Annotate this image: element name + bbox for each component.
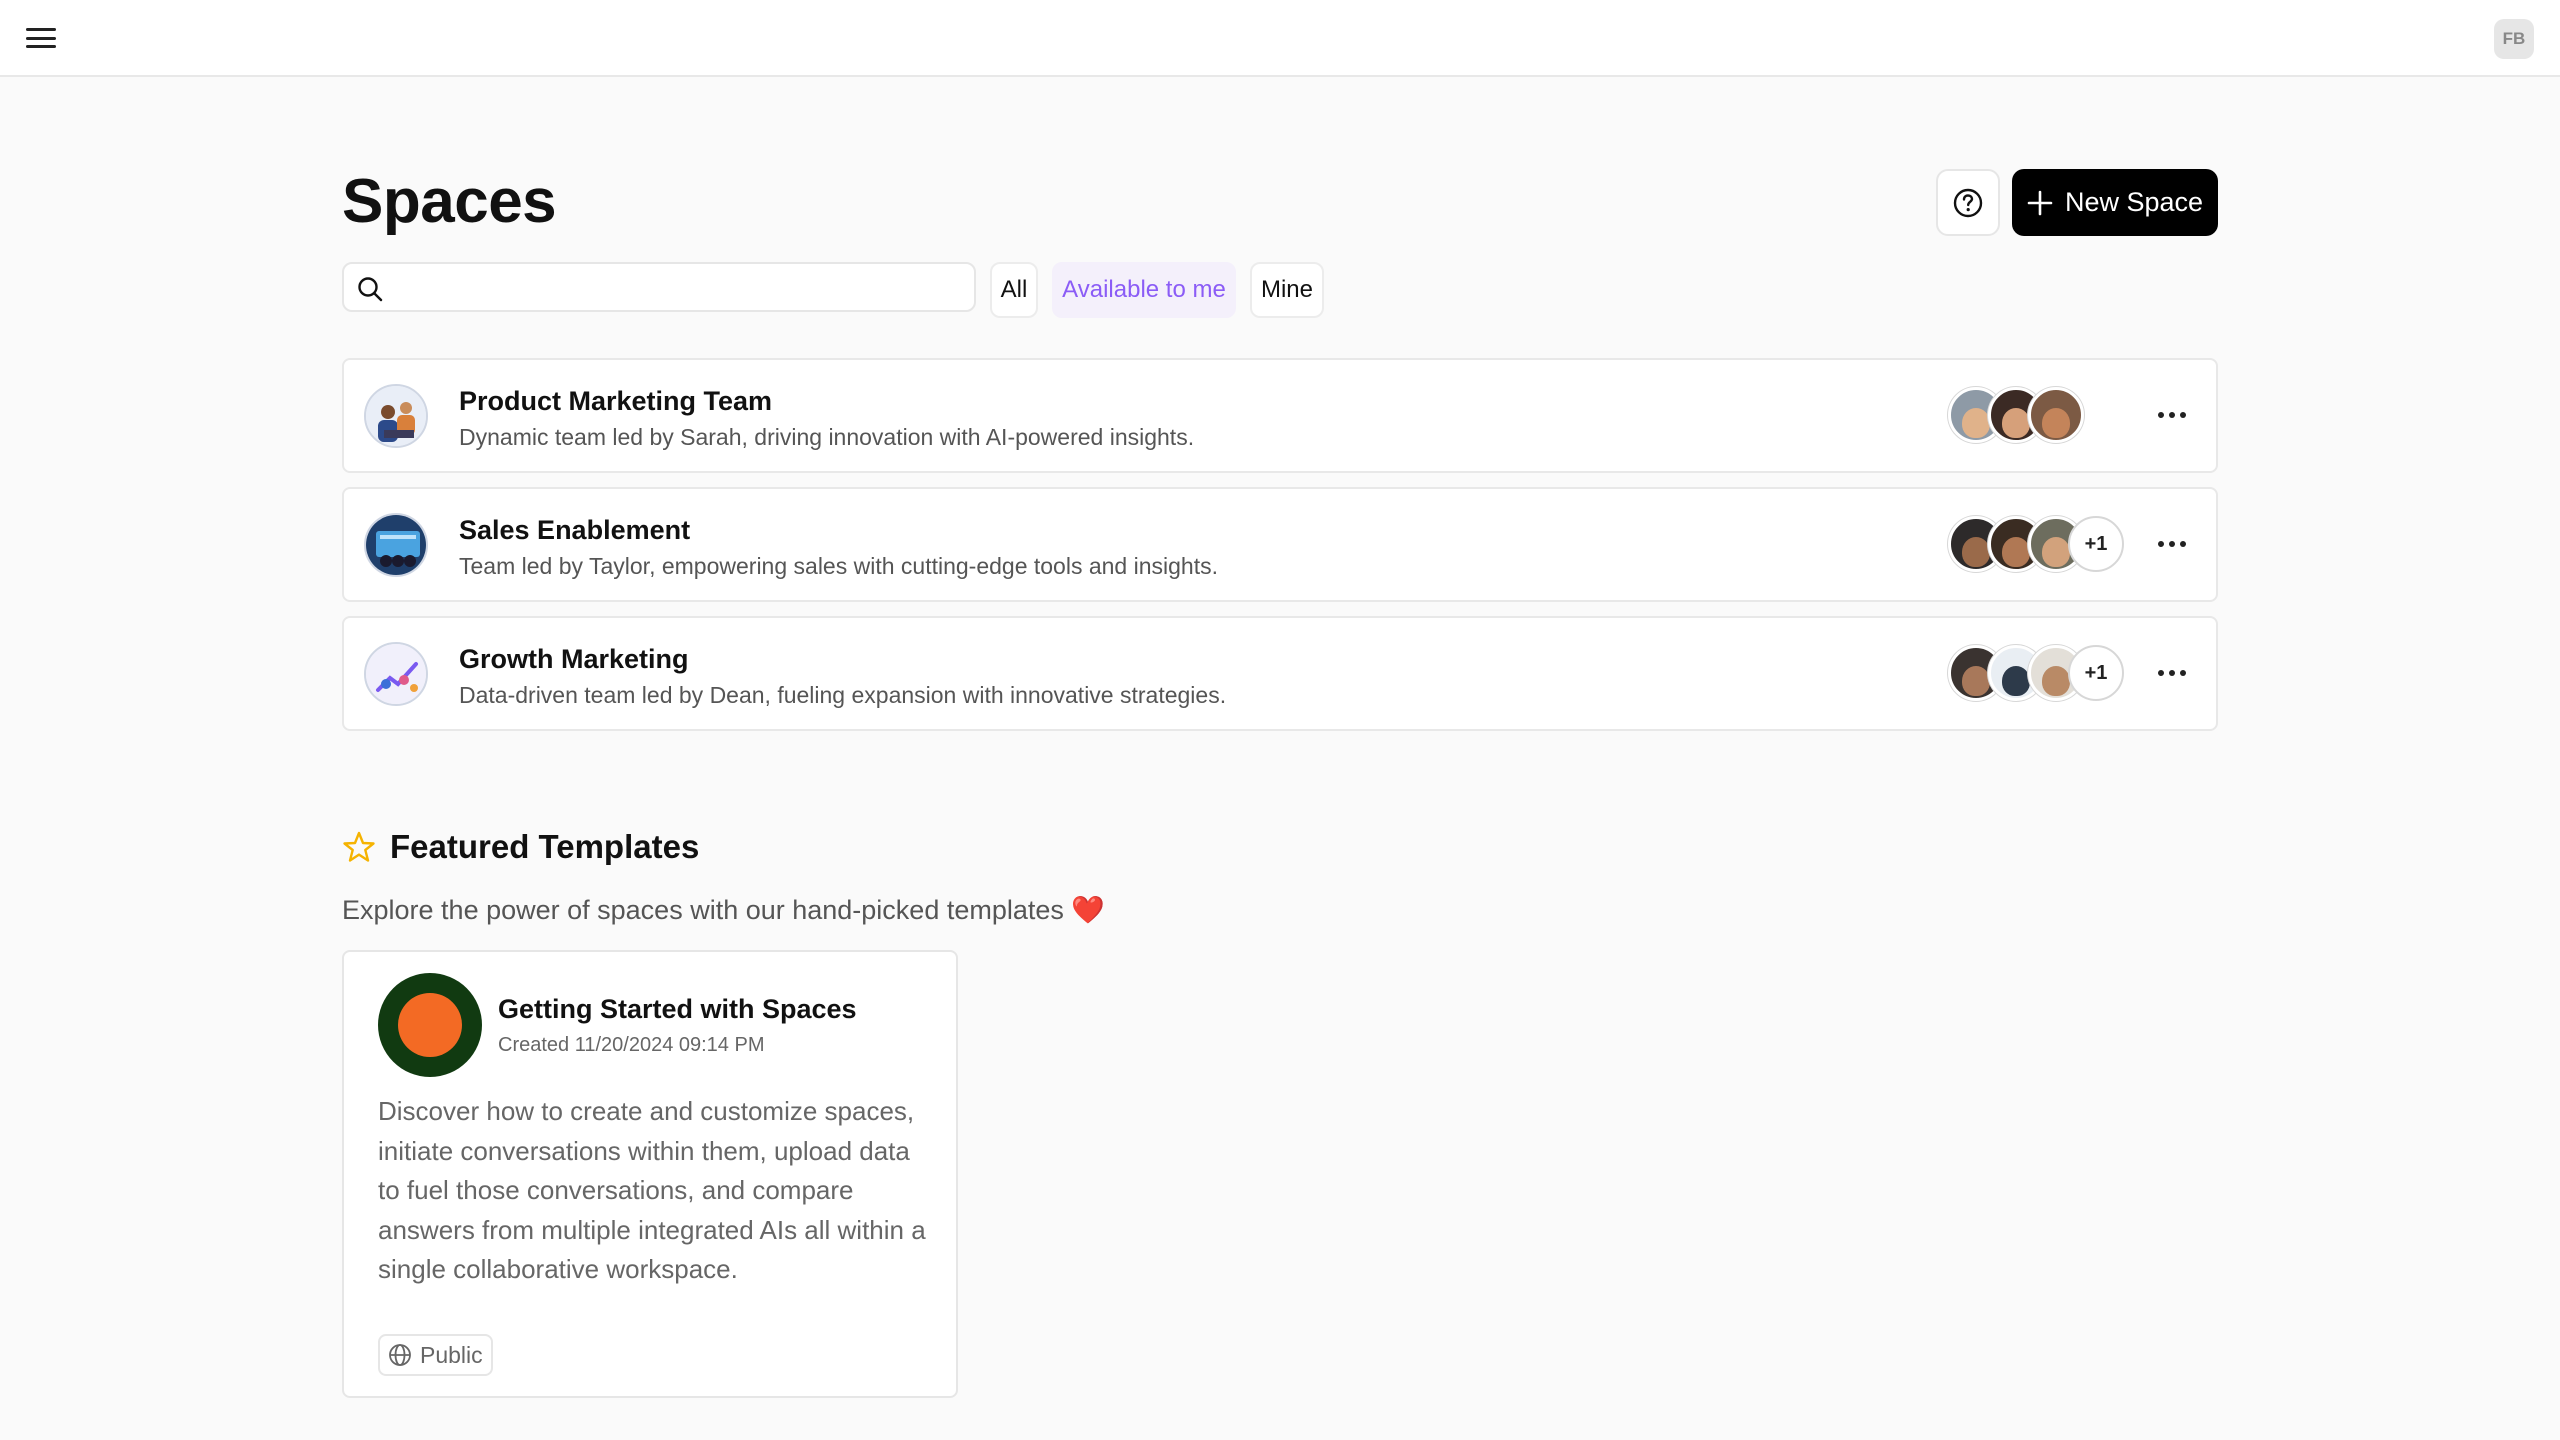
- space-avatar-icon: [364, 642, 428, 706]
- template-description: Discover how to create and customize spa…: [378, 1096, 926, 1284]
- more-options-icon[interactable]: [2154, 658, 2190, 688]
- template-name: Getting Started with Spaces: [498, 994, 857, 1024]
- filter-tab-available-to-me[interactable]: Available to me: [1052, 262, 1236, 318]
- search-box: [342, 262, 976, 312]
- featured-subtitle: Explore the power of spaces with our han…: [342, 895, 1106, 925]
- space-title: Growth Marketing: [459, 644, 689, 674]
- user-avatar[interactable]: FB: [2494, 19, 2534, 59]
- visibility-label: Public: [420, 1341, 483, 1368]
- space-title: Product Marketing Team: [459, 386, 773, 416]
- space-description: Dynamic team led by Sarah, driving innov…: [459, 424, 1195, 450]
- space-description: Data-driven team led by Dean, fueling ex…: [459, 682, 1227, 708]
- space-avatar-icon: [364, 384, 428, 448]
- plus-icon: [2027, 190, 2053, 215]
- template-card-getting-started[interactable]: Getting Started with Spaces Created 11/2…: [342, 950, 958, 1398]
- space-title: Sales Enablement: [459, 515, 691, 545]
- space-row-growth-marketing[interactable]: Growth Marketing Data-driven team led by…: [342, 616, 2218, 731]
- globe-icon: [389, 1344, 411, 1366]
- featured-title-text: Featured Templates: [390, 828, 700, 865]
- star-icon: [343, 831, 375, 862]
- template-logo: [378, 973, 482, 1077]
- new-space-label: New Space: [2064, 187, 2204, 217]
- space-avatar-icon: [364, 513, 428, 577]
- featured-templates-heading: Featured Templates: [342, 828, 699, 866]
- filter-tab-all[interactable]: All: [990, 262, 1038, 318]
- help-button[interactable]: [1936, 169, 2000, 236]
- filter-tab-mine[interactable]: Mine: [1250, 262, 1324, 318]
- visibility-badge: Public: [378, 1334, 493, 1376]
- top-bar: FB: [0, 0, 2560, 77]
- page-title: Spaces: [342, 167, 557, 236]
- member-avatars: +1: [1948, 645, 2124, 701]
- search-input[interactable]: [396, 270, 966, 306]
- help-circle-icon: [1953, 188, 1983, 217]
- extra-members-count: +1: [2068, 645, 2124, 701]
- member-avatars: +1: [1948, 516, 2124, 572]
- space-row-sales-enablement[interactable]: Sales Enablement Team led by Taylor, emp…: [342, 487, 2218, 602]
- search-icon: [358, 277, 383, 302]
- more-options-icon[interactable]: [2154, 529, 2190, 559]
- new-space-button[interactable]: New Space: [2012, 169, 2218, 236]
- template-created-date: Created 11/20/2024 09:14 PM: [498, 1034, 765, 1056]
- member-avatar: [2028, 387, 2084, 443]
- member-avatars: [1948, 387, 2084, 443]
- space-row-product-marketing[interactable]: Product Marketing Team Dynamic team led …: [342, 358, 2218, 473]
- space-description: Team led by Taylor, empowering sales wit…: [459, 553, 1218, 579]
- more-options-icon[interactable]: [2154, 400, 2190, 430]
- extra-members-count: +1: [2068, 516, 2124, 572]
- hamburger-menu-icon[interactable]: [26, 24, 56, 52]
